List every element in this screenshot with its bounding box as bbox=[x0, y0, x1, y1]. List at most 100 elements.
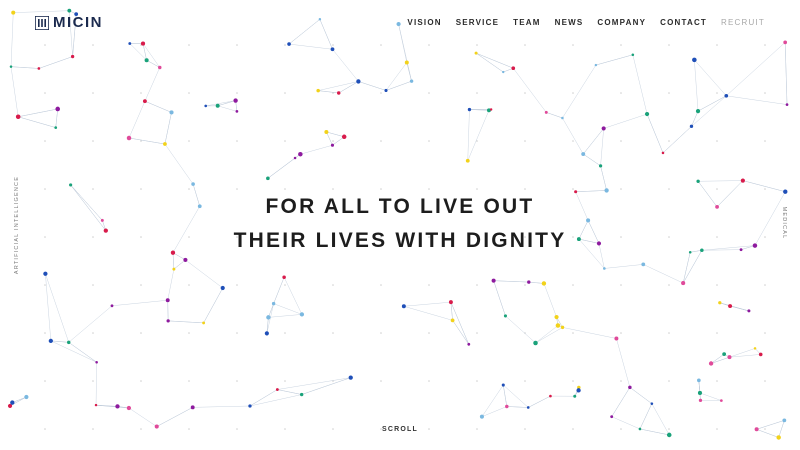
network-node bbox=[316, 88, 320, 93]
network-edge bbox=[273, 277, 285, 304]
network-node bbox=[142, 99, 147, 104]
network-node bbox=[614, 336, 619, 341]
grid-dot bbox=[140, 284, 142, 286]
network-edge bbox=[403, 301, 451, 307]
network-node bbox=[356, 79, 361, 84]
logo[interactable]: MICIN bbox=[35, 14, 103, 31]
logo-text: MICIN bbox=[53, 14, 103, 31]
network-node bbox=[10, 400, 15, 405]
nav-contact[interactable]: CONTACT bbox=[660, 18, 707, 28]
network-node bbox=[511, 66, 516, 71]
network-node bbox=[264, 331, 269, 336]
grid-dot bbox=[620, 284, 622, 286]
hero-line-2: THEIR LIVES WITH DIGNITY bbox=[233, 229, 567, 252]
network-node bbox=[266, 176, 270, 181]
network-node bbox=[541, 281, 547, 286]
network-node bbox=[576, 388, 581, 393]
network-node bbox=[215, 103, 220, 108]
nav-team[interactable]: TEAM bbox=[513, 18, 540, 28]
network-node bbox=[555, 323, 561, 328]
network-edge bbox=[192, 405, 250, 408]
grid-dot bbox=[716, 380, 718, 382]
network-node bbox=[573, 394, 577, 398]
network-edge bbox=[694, 59, 727, 96]
network-node bbox=[126, 135, 132, 141]
network-node bbox=[67, 340, 71, 345]
side-label-left: ARTIFICIAL INTELLIGENCE bbox=[14, 175, 20, 275]
network-edge bbox=[203, 287, 223, 324]
network-edge bbox=[338, 81, 359, 94]
grid-dot bbox=[620, 380, 622, 382]
network-node bbox=[169, 110, 174, 115]
network-node bbox=[401, 304, 406, 309]
grid-dot bbox=[428, 140, 430, 142]
side-label-right: MEDICAL bbox=[781, 206, 787, 240]
nav-recruit[interactable]: RECRUIT bbox=[721, 18, 765, 28]
grid-dot bbox=[284, 92, 286, 94]
grid-dot bbox=[716, 332, 718, 334]
grid-dot bbox=[428, 380, 430, 382]
network-node bbox=[348, 375, 353, 380]
network-edge bbox=[535, 327, 563, 344]
grid-dot bbox=[188, 140, 190, 142]
network-edge bbox=[128, 137, 165, 145]
network-edge bbox=[385, 62, 408, 91]
grid-dot bbox=[764, 92, 766, 94]
grid-dot bbox=[44, 92, 46, 94]
nav-news[interactable]: NEWS bbox=[555, 18, 584, 28]
network-edge bbox=[55, 108, 58, 128]
hero-line-1: FOR ALL TO LIVE OUT bbox=[265, 195, 535, 218]
grid-dot bbox=[44, 284, 46, 286]
network-edge bbox=[546, 112, 563, 119]
network-node bbox=[603, 267, 606, 270]
network-node bbox=[54, 126, 58, 129]
nav-service[interactable]: SERVICE bbox=[456, 18, 499, 28]
network-node bbox=[158, 65, 162, 70]
network-node bbox=[697, 378, 701, 383]
network-node bbox=[282, 275, 286, 279]
network-node bbox=[204, 104, 208, 108]
network-node bbox=[581, 152, 586, 157]
network-edge bbox=[719, 302, 749, 312]
network-edge bbox=[164, 112, 172, 145]
network-node bbox=[695, 109, 701, 114]
network-node bbox=[166, 319, 170, 323]
grid-dot bbox=[284, 284, 286, 286]
grid-dot bbox=[668, 380, 670, 382]
grid-dot bbox=[428, 284, 430, 286]
network-edge bbox=[493, 280, 506, 317]
network-edge bbox=[506, 406, 529, 408]
network-edge bbox=[662, 126, 692, 154]
network-node bbox=[666, 432, 672, 438]
network-node bbox=[753, 347, 757, 350]
network-edge bbox=[217, 105, 237, 112]
grid-dot bbox=[476, 380, 478, 382]
network-edge bbox=[481, 406, 507, 417]
nav-company[interactable]: COMPANY bbox=[597, 18, 646, 28]
network-node bbox=[560, 325, 565, 330]
network-edge bbox=[111, 299, 168, 307]
grid-dot bbox=[668, 284, 670, 286]
grid-dot bbox=[764, 332, 766, 334]
nav-vision[interactable]: VISION bbox=[407, 18, 441, 28]
network-node bbox=[341, 134, 347, 140]
network-node bbox=[501, 383, 505, 387]
grid-dot bbox=[572, 380, 574, 382]
network-edge bbox=[611, 387, 631, 417]
network-node bbox=[48, 338, 53, 343]
network-edge bbox=[50, 340, 97, 363]
network-node bbox=[533, 340, 538, 346]
network-edge bbox=[318, 81, 359, 91]
network-node bbox=[728, 304, 733, 309]
grid-dot bbox=[44, 380, 46, 382]
scroll-indicator[interactable]: SCROLL bbox=[0, 426, 800, 433]
network-edge bbox=[505, 315, 536, 344]
network-edge bbox=[646, 113, 664, 153]
network-edge bbox=[629, 387, 652, 404]
grid-dot bbox=[476, 92, 478, 94]
network-node bbox=[55, 106, 61, 112]
network-node bbox=[126, 405, 132, 411]
network-edge bbox=[185, 259, 223, 289]
network-edge bbox=[164, 143, 194, 185]
grid-dot bbox=[524, 92, 526, 94]
